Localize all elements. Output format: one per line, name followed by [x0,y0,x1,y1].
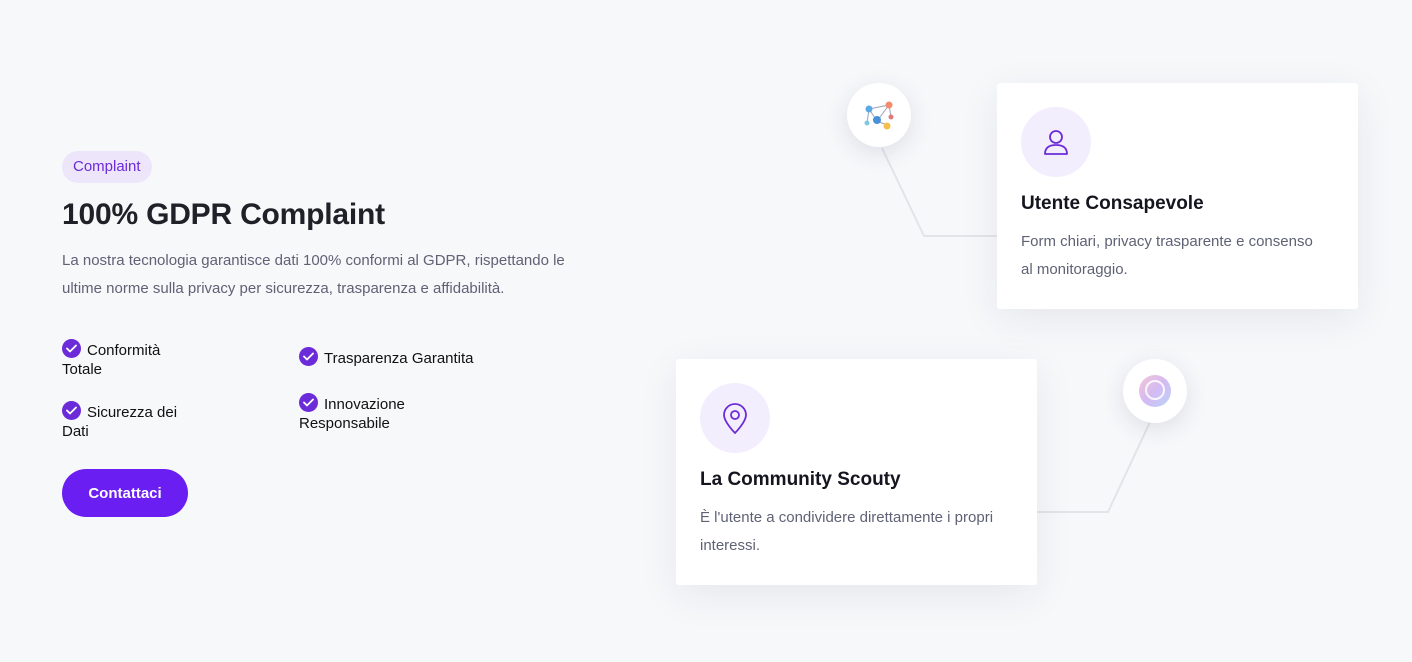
card-title: Utente Consapevole [1021,193,1204,214]
card-text: Form chiari, privacy trasparente e conse… [1021,233,1313,278]
complaint-badge: Complaint [62,151,152,183]
feature-item-conformita: Conformità Totale [62,339,192,379]
page-title: 100% GDPR Complaint [62,198,385,231]
check-circle-icon [299,347,318,366]
check-circle-icon [62,401,81,420]
search-node [1123,359,1187,423]
icon-circle [1021,107,1091,177]
card-utente-consapevole: Utente Consapevole Form chiari, privacy … [997,83,1358,309]
gradient-search-icon [1139,375,1171,407]
icon-circle [700,383,770,453]
check-circle-icon [299,393,318,412]
gdpr-section: Complaint 100% GDPR Complaint La nostra … [62,151,602,517]
feature-item-innovazione: Innovazione Responsabile [299,393,439,433]
network-node [847,83,911,147]
location-pin-icon [723,403,747,434]
card-text: È l'utente a condividere direttamente i … [700,509,994,554]
check-circle-icon [62,339,81,358]
section-description: La nostra tecnologia garantisce dati 100… [62,252,565,297]
feature-list: Conformità Totale Trasparenza Garantita … [62,339,522,449]
feature-label: Trasparenza Garantita [324,350,474,367]
network-people-icon [864,101,894,130]
user-icon [1044,130,1068,155]
contact-button[interactable]: Contattaci [62,469,188,517]
feature-item-trasparenza: Trasparenza Garantita [299,347,519,368]
card-community-scouty: La Community Scouty È l'utente a condivi… [676,359,1037,585]
feature-item-sicurezza: Sicurezza dei Dati [62,401,202,441]
card-title: La Community Scouty [700,469,901,490]
